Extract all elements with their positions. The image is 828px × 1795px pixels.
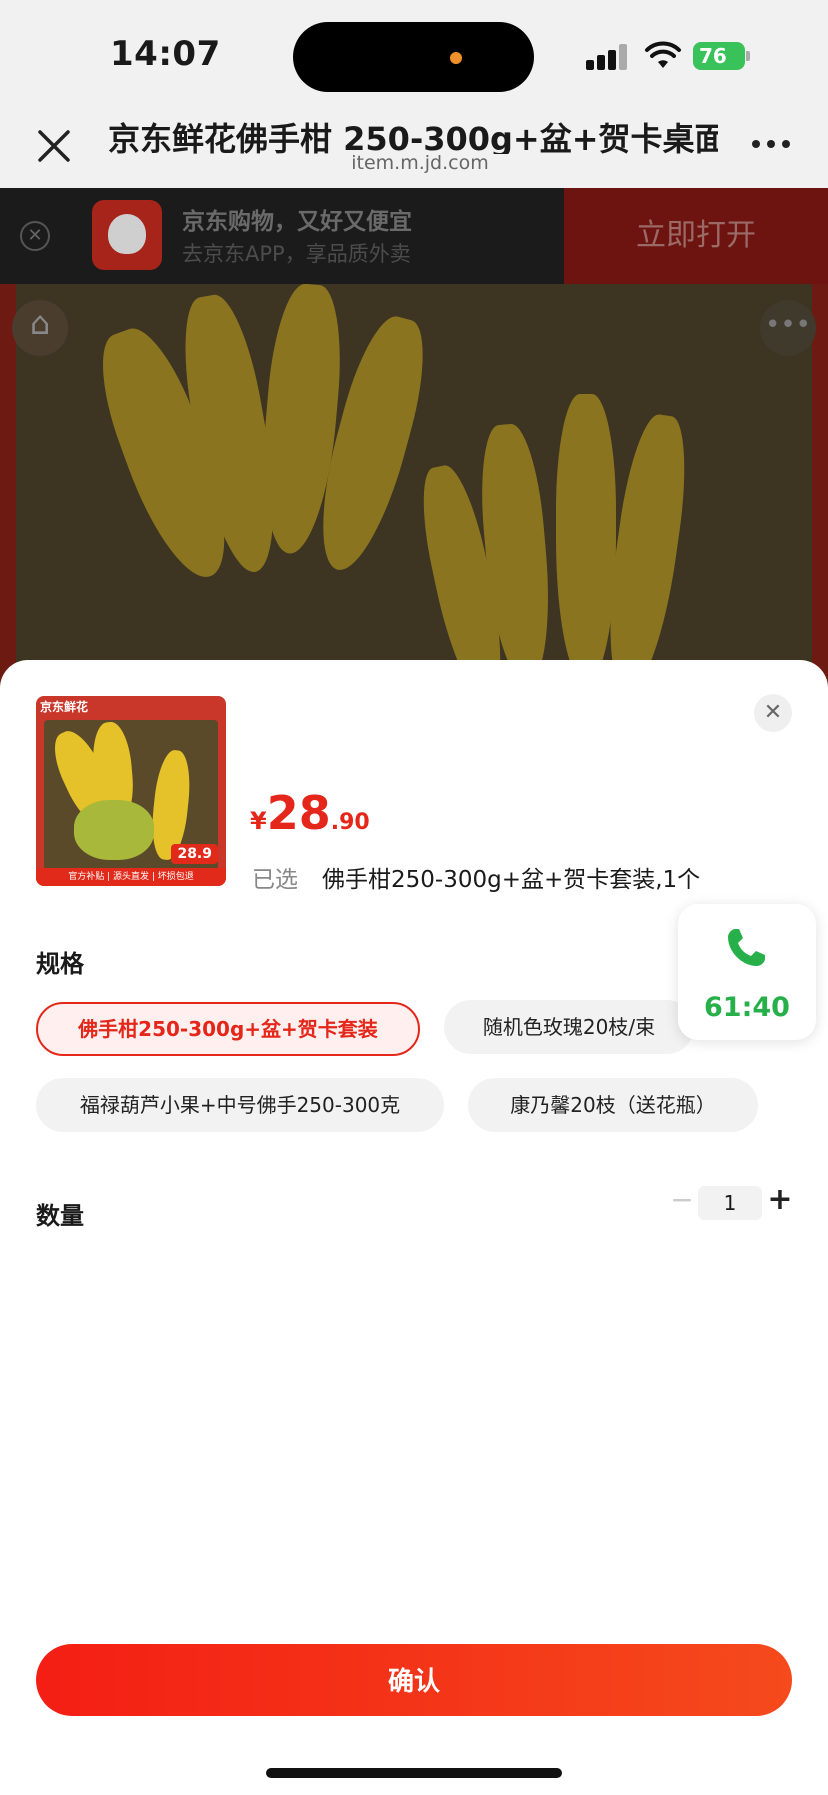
product-thumbnail: 京东鲜花 28.9 官方补贴 | 源头直发 | 坏损包退 [36,696,226,886]
spec-option[interactable]: 随机色玫瑰20枝/束 [444,1000,694,1054]
spec-option[interactable]: 福禄葫芦小果+中号佛手250-300克 [36,1078,444,1132]
spec-title: 规格 [36,950,84,978]
page-url: item.m.jd.com [351,152,489,174]
selected-value: 佛手柑250-300g+盆+贺卡套装,1个 [322,867,701,893]
wifi-icon [645,41,681,68]
banner-title: 京东购物，又好又便宜 [182,209,412,235]
quantity-title: 数量 [36,1202,84,1230]
page-title: 京东鲜花佛手柑 250-300g+盆+贺卡桌面 [108,120,718,154]
call-timer: 61:40 [704,992,790,1023]
quantity-input[interactable]: 1 [698,1186,762,1220]
price-integer: 28 [266,786,331,840]
home-indicator [266,1768,562,1778]
thumb-brand-label: 京东鲜花 [40,700,89,714]
page-more-icon[interactable]: ••• [760,300,816,356]
sheet-close-button[interactable]: ✕ [754,694,792,732]
more-menu-icon[interactable] [752,140,792,150]
banner-subtitle: 去京东APP，享品质外卖 [182,242,411,266]
quantity-minus-button[interactable]: − [670,1184,694,1216]
spec-option[interactable]: 康乃馨20枝（送花瓶） [468,1078,758,1132]
thumb-price: 28.9 [171,844,218,864]
phone-icon [728,929,765,966]
status-time: 14:07 [110,34,221,74]
price-decimal: .90 [330,810,370,835]
banner-close-icon[interactable]: ✕ [20,221,50,251]
spec-option[interactable]: 佛手柑250-300g+盆+贺卡套装 [36,1002,420,1056]
battery-tip [746,51,750,61]
dynamic-island [293,22,534,92]
cellular-signal-icon [586,44,630,70]
product-price: ¥28.90 [250,786,370,840]
thumb-footer: 官方补贴 | 源头直发 | 坏损包退 [36,868,226,886]
selected-label: 已选 [252,867,298,893]
privacy-indicator [450,52,462,64]
jd-logo [92,200,162,270]
confirm-button[interactable]: 确认 [36,1644,792,1716]
home-icon[interactable] [12,300,68,356]
close-icon[interactable] [36,128,72,164]
price-currency: ¥ [250,807,267,835]
product-image-dimmed [16,284,812,694]
quantity-plus-button[interactable]: + [766,1182,794,1218]
battery-icon: 76 [693,42,745,70]
open-app-button[interactable]: 立即打开 [564,188,828,284]
